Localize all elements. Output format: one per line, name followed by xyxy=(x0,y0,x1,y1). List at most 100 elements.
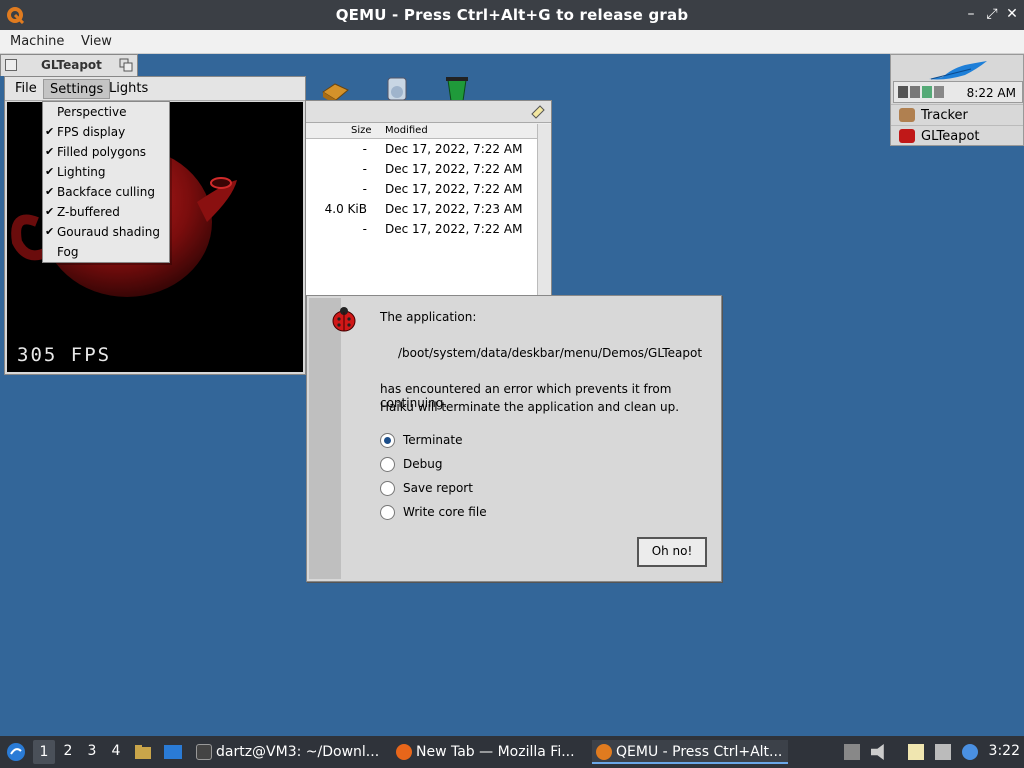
option-label: Debug xyxy=(403,457,443,471)
firefox-icon xyxy=(396,744,412,760)
option-label: Write core file xyxy=(403,505,487,519)
file-size: - xyxy=(362,162,367,176)
deskbar: 8:22 AM Tracker GLTeapot xyxy=(890,54,1024,146)
table-row[interactable]: 4.0 KiB Dec 17, 2022, 7:23 AM xyxy=(301,199,551,219)
update-icon[interactable] xyxy=(962,744,978,760)
network-icon[interactable] xyxy=(935,744,951,760)
taskbar-clock[interactable]: 3:22 xyxy=(989,743,1020,759)
dialog-app-path: /boot/system/data/deskbar/menu/Demos/GLT… xyxy=(398,346,703,360)
table-row[interactable]: - Dec 17, 2022, 7:22 AM xyxy=(301,179,551,199)
file-modified: Dec 17, 2022, 7:23 AM xyxy=(385,202,523,216)
host-taskbar: 1 2 3 4 dartz@VM3: ~/Downl... New Tab — … xyxy=(0,736,1024,768)
tracker-window: Size Modified - Dec 17, 2022, 7:22 AM - … xyxy=(300,100,552,298)
fps-counter: 305 FPS xyxy=(17,344,112,366)
zoom-icon[interactable] xyxy=(119,58,133,72)
dialog-stripe xyxy=(309,298,341,579)
qemu-icon xyxy=(596,744,612,760)
network-icon[interactable] xyxy=(922,86,932,98)
table-row[interactable]: - Dec 17, 2022, 7:22 AM xyxy=(301,139,551,159)
maximize-icon[interactable]: ⤢ xyxy=(983,6,1001,22)
menu-view[interactable]: View xyxy=(81,34,112,49)
tracker-icon xyxy=(899,108,915,122)
menu-machine[interactable]: Machine xyxy=(10,34,64,49)
task-qemu[interactable]: QEMU - Press Ctrl+Alt... xyxy=(592,740,788,764)
oh-no-button[interactable]: Oh no! xyxy=(637,537,707,567)
menu-item-label: Z-buffered xyxy=(57,205,120,219)
workspace-4[interactable]: 4 xyxy=(105,743,127,759)
deskbar-app-glteapot[interactable]: GLTeapot xyxy=(891,125,1023,146)
dialog-text-cleanup: Haiku will terminate the application and… xyxy=(380,400,680,414)
menu-item-label: Filled polygons xyxy=(57,145,147,159)
workspace-3[interactable]: 3 xyxy=(81,743,103,759)
file-size: - xyxy=(362,142,367,156)
show-desktop-icon[interactable] xyxy=(163,743,183,761)
column-size[interactable]: Size xyxy=(351,125,372,136)
volume-icon[interactable] xyxy=(871,744,884,760)
checkmark-icon: ✔ xyxy=(45,125,55,138)
teapot-icon xyxy=(899,129,915,143)
radio-button[interactable] xyxy=(380,505,395,520)
glteapot-window-tab[interactable]: GLTeapot xyxy=(0,54,138,76)
option-label: Save report xyxy=(403,481,473,495)
tracker-scrollbar[interactable] xyxy=(537,124,551,298)
menu-item-gouraud-shading[interactable]: ✔ Gouraud shading xyxy=(43,222,169,242)
close-button[interactable] xyxy=(5,59,17,71)
ladybug-icon xyxy=(332,307,356,332)
menu-file[interactable]: File xyxy=(9,79,43,99)
checkmark-icon: ✔ xyxy=(45,165,55,178)
deskbar-clock[interactable]: 8:22 AM xyxy=(967,86,1016,100)
file-size: 4.0 KiB xyxy=(324,202,367,216)
tracker-column-header: Size Modified xyxy=(301,123,551,139)
file-size: - xyxy=(362,222,367,236)
menu-item-fps-display[interactable]: ✔ FPS display xyxy=(43,122,169,142)
close-icon[interactable]: ✕ xyxy=(1003,6,1021,22)
menu-item-lighting[interactable]: ✔ Lighting xyxy=(43,162,169,182)
tracker-titlebar[interactable] xyxy=(301,101,551,123)
column-modified[interactable]: Modified xyxy=(385,125,428,136)
task-firefox[interactable]: New Tab — Mozilla Fi... xyxy=(392,740,588,764)
menu-item-label: Perspective xyxy=(57,105,127,119)
table-row[interactable]: - Dec 17, 2022, 7:22 AM xyxy=(301,219,551,239)
window-title: QEMU - Press Ctrl+Alt+G to release grab xyxy=(335,6,689,24)
radio-button[interactable] xyxy=(380,433,395,448)
menu-lights[interactable]: Lights xyxy=(103,79,154,99)
option-label: Terminate xyxy=(403,433,463,447)
radio-button[interactable] xyxy=(380,457,395,472)
workspace-2[interactable]: 2 xyxy=(57,743,79,759)
disk-icon[interactable] xyxy=(382,74,412,102)
menu-item-backface-culling[interactable]: ✔ Backface culling xyxy=(43,182,169,202)
glteapot-menubar: File Settings Lights xyxy=(5,77,305,101)
menu-settings[interactable]: Settings xyxy=(43,79,111,99)
menu-item-perspective[interactable]: Perspective xyxy=(43,102,169,122)
task-terminal[interactable]: dartz@VM3: ~/Downl... xyxy=(192,740,388,764)
guest-desktop: 8:22 AM Tracker GLTeapot Size Modified -… xyxy=(0,54,1024,736)
menu-item-label: Backface culling xyxy=(57,185,155,199)
clipboard-icon[interactable] xyxy=(908,744,924,760)
minimize-icon[interactable]: – xyxy=(962,6,980,22)
start-menu-icon[interactable] xyxy=(6,742,26,762)
file-manager-icon[interactable] xyxy=(134,743,152,761)
qemu-menubar: Machine View xyxy=(0,30,1024,54)
volume-icon[interactable] xyxy=(934,86,944,98)
radio-button[interactable] xyxy=(380,481,395,496)
deskbar-app-label: Tracker xyxy=(921,108,968,123)
trash-icon[interactable] xyxy=(442,74,472,102)
menu-item-filled-polygons[interactable]: ✔ Filled polygons xyxy=(43,142,169,162)
eject-icon[interactable] xyxy=(844,744,860,760)
zoom-icon[interactable] xyxy=(531,105,545,119)
task-label: QEMU - Press Ctrl+Alt... xyxy=(616,744,783,760)
cpu-icon[interactable] xyxy=(910,86,920,98)
workspaces-icon[interactable] xyxy=(898,86,908,98)
menu-item-fog[interactable]: Fog xyxy=(43,242,169,262)
checkmark-icon: ✔ xyxy=(45,225,55,238)
menu-item-z-buffered[interactable]: ✔ Z-buffered xyxy=(43,202,169,222)
deskbar-app-tracker[interactable]: Tracker xyxy=(891,104,1023,125)
deskbar-app-label: GLTeapot xyxy=(921,129,980,144)
checkmark-icon: ✔ xyxy=(45,205,55,218)
menu-item-label: FPS display xyxy=(57,125,126,139)
workspace-1[interactable]: 1 xyxy=(33,740,55,764)
menu-item-label: Gouraud shading xyxy=(57,225,160,239)
file-modified: Dec 17, 2022, 7:22 AM xyxy=(385,222,523,236)
task-label: dartz@VM3: ~/Downl... xyxy=(216,744,380,760)
table-row[interactable]: - Dec 17, 2022, 7:22 AM xyxy=(301,159,551,179)
